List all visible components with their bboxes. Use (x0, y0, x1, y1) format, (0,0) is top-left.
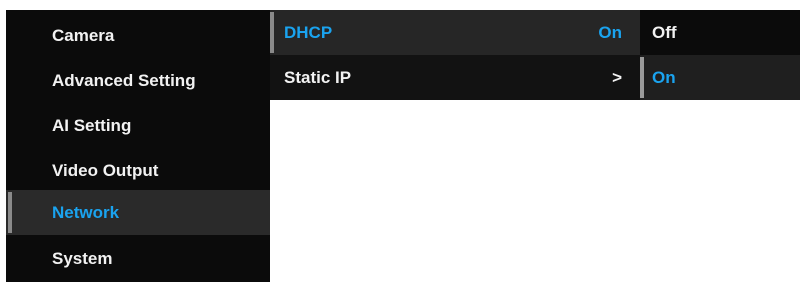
menu-item-system[interactable]: System (6, 236, 270, 281)
chevron-right-icon: > (612, 67, 622, 87)
dhcp-value: On (598, 22, 622, 42)
menu-item-ai-setting[interactable]: AI Setting (6, 103, 270, 148)
option-label: On (652, 67, 676, 87)
menu-item-label: Camera (52, 25, 115, 45)
submenu-item-dhcp[interactable]: DHCP On (270, 10, 640, 55)
selection-indicator (270, 12, 274, 53)
menu-item-video-output[interactable]: Video Output (6, 148, 270, 193)
selection-indicator (8, 192, 12, 233)
menu-item-label: System (52, 248, 113, 268)
menu-item-network[interactable]: Network (6, 190, 270, 235)
network-submenu: DHCP On Static IP > (270, 10, 640, 100)
submenu-item-label: Static IP (284, 67, 352, 87)
menu-item-label: AI Setting (52, 115, 132, 135)
selection-indicator (640, 57, 644, 98)
menu-item-label: Video Output (52, 160, 159, 180)
main-menu: Camera Advanced Setting AI Setting Video… (6, 10, 270, 282)
menu-item-camera[interactable]: Camera (6, 13, 270, 58)
submenu-item-label: DHCP (284, 22, 333, 42)
menu-item-label: Advanced Setting (52, 70, 196, 90)
submenu-item-static-ip[interactable]: Static IP > (270, 55, 640, 100)
dhcp-options-menu: Off On (640, 10, 800, 100)
option-off[interactable]: Off (640, 10, 800, 55)
menu-item-label: Network (52, 202, 120, 222)
option-label: Off (652, 22, 677, 42)
option-on[interactable]: On (640, 55, 800, 100)
menu-item-advanced-setting[interactable]: Advanced Setting (6, 58, 270, 103)
